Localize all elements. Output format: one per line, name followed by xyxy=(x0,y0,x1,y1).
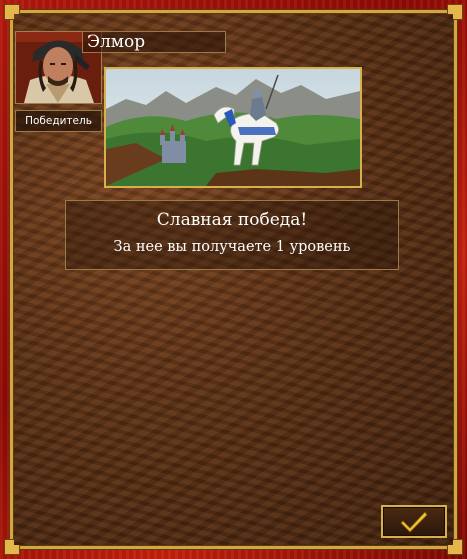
victory-message-box: Славная победа! За нее вы получаете 1 ур… xyxy=(65,200,399,270)
victory-title: Славная победа! xyxy=(156,210,308,230)
ok-button[interactable] xyxy=(381,505,447,538)
hero-title: Победитель xyxy=(15,110,102,132)
knight-on-white-horse-scene xyxy=(106,69,360,186)
victory-reward-text: За нее вы получаете 1 уровень xyxy=(113,239,351,255)
victory-scene-image xyxy=(104,67,362,188)
checkmark-icon xyxy=(400,511,428,533)
hero-name: Элмор xyxy=(82,31,226,53)
